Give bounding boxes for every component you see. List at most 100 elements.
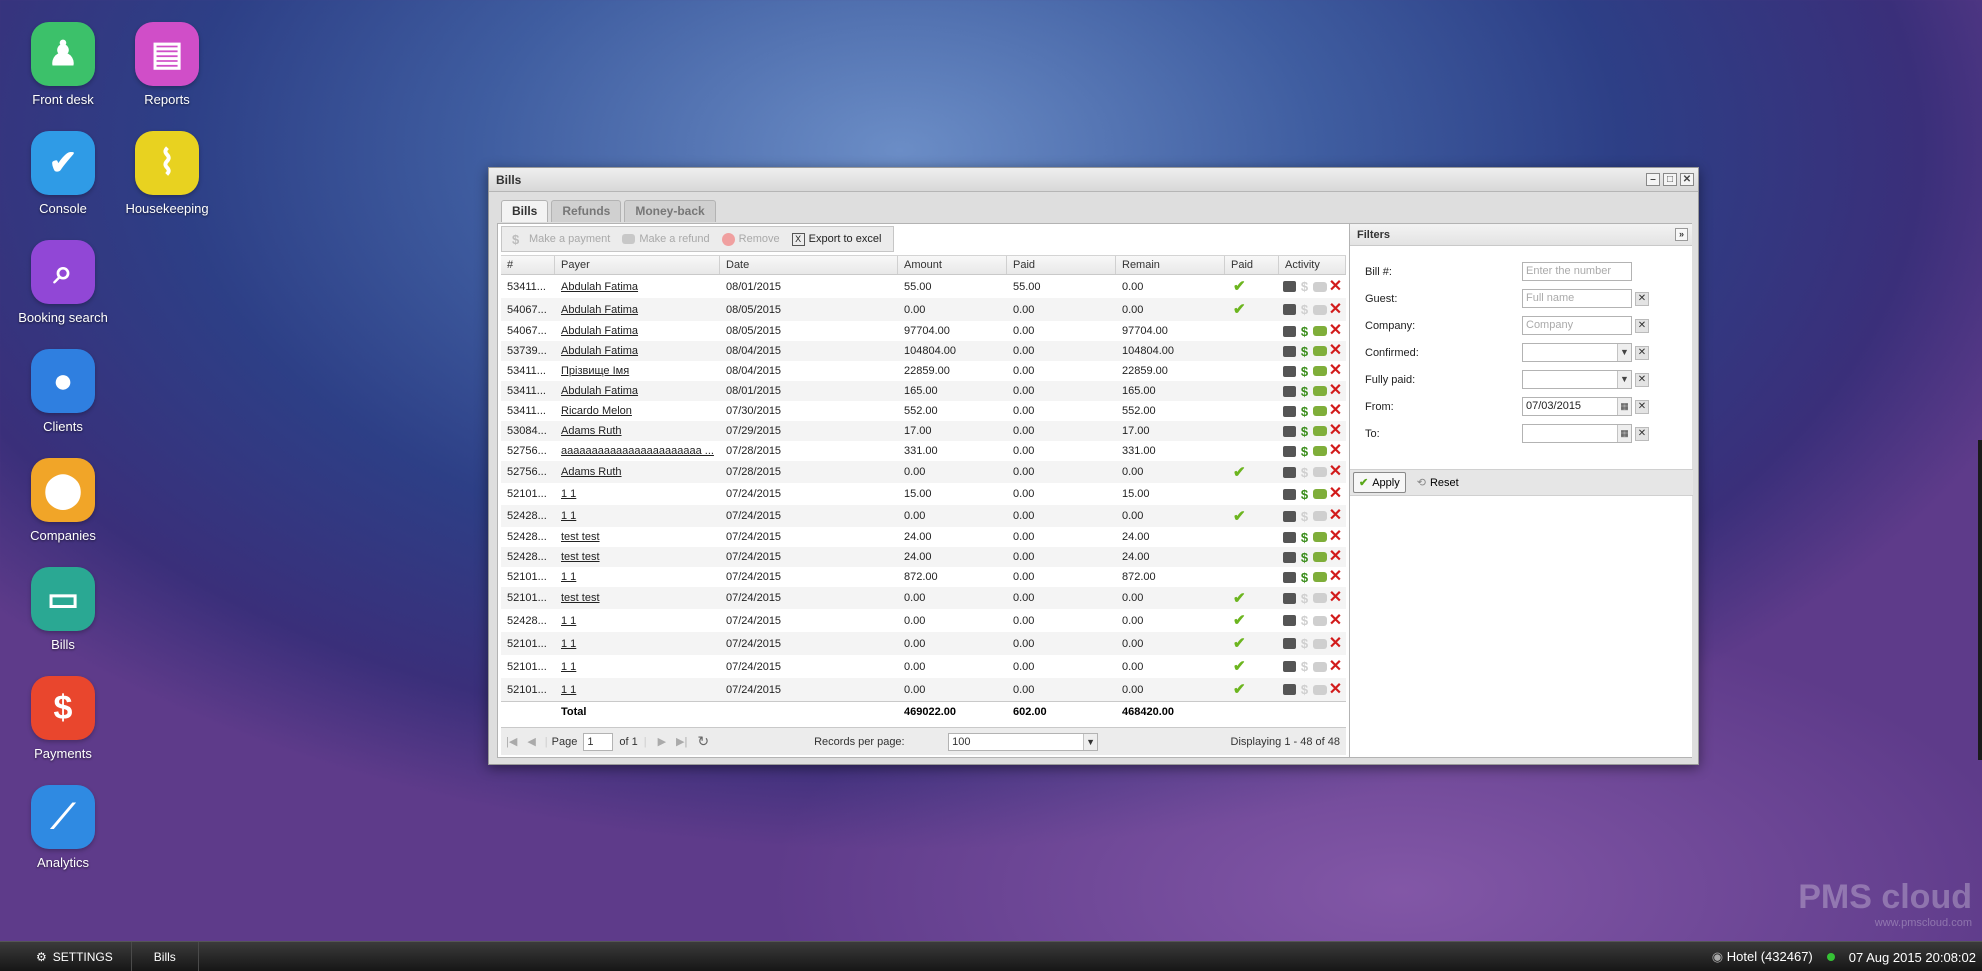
delete-icon[interactable]: ✕	[1328, 637, 1343, 651]
refund-icon[interactable]	[1313, 281, 1327, 292]
column-header-paid[interactable]: Paid	[1007, 256, 1116, 274]
table-row[interactable]: 54067... Abdulah Fatima 08/05/2015 97704.00…	[501, 321, 1346, 341]
delete-icon[interactable]: ✕	[1328, 280, 1343, 294]
payer-link[interactable]: Adams Ruth	[561, 466, 622, 478]
delete-icon[interactable]: ✕	[1328, 384, 1343, 398]
payer-link[interactable]: Abdulah Fatima	[561, 281, 638, 293]
last-page-icon[interactable]: ▶|	[676, 735, 687, 748]
delete-icon[interactable]: ✕	[1328, 660, 1343, 674]
payment-icon[interactable]: $	[1297, 384, 1312, 398]
delete-icon[interactable]: ✕	[1328, 324, 1343, 338]
table-row[interactable]: 52756... Adams Ruth 07/28/2015 0.00 0.00 0.00…	[501, 461, 1346, 483]
delete-icon[interactable]: ✕	[1328, 487, 1343, 501]
clear-icon[interactable]: ✕	[1635, 291, 1649, 306]
remove-button[interactable]: Remove	[716, 228, 786, 250]
confirmed-select[interactable]: ▼	[1522, 343, 1632, 362]
refund-icon[interactable]	[1313, 467, 1327, 477]
payer-link[interactable]: test test	[561, 592, 600, 604]
payer-link[interactable]: 1 1	[561, 510, 576, 522]
hotel-selector[interactable]: ◉ Hotel (432467)	[1712, 949, 1813, 965]
fully-paid-select[interactable]: ▼	[1522, 370, 1632, 389]
delete-icon[interactable]: ✕	[1328, 509, 1343, 523]
payer-link[interactable]: aaaaaaaaaaaaaaaaaaaaaaa ...	[561, 445, 714, 457]
window-titlebar[interactable]: Bills – □ ✕	[489, 168, 1698, 192]
delete-icon[interactable]: ✕	[1328, 424, 1343, 438]
payment-icon[interactable]: $	[1297, 530, 1312, 544]
payment-icon[interactable]: $	[1297, 444, 1312, 458]
maximize-button[interactable]: □	[1663, 173, 1677, 186]
table-row[interactable]: 52101... 1 1 07/24/2015 0.00 0.00 0.00 ✔ $ ✕	[501, 655, 1346, 678]
tab-money-back[interactable]: Money-back	[624, 200, 716, 222]
reset-button[interactable]: ⟲ Reset	[1412, 472, 1464, 493]
table-row[interactable]: 53084... Adams Ruth 07/29/2015 17.00 0.00 17.…	[501, 421, 1346, 441]
column-header-number[interactable]: #	[501, 256, 555, 274]
company-input[interactable]: Company	[1522, 316, 1632, 335]
table-row[interactable]: 52101... 1 1 07/24/2015 872.00 0.00 872.00 $ ✕	[501, 567, 1346, 587]
desktop-icon-console[interactable]: ✔ Console	[8, 131, 118, 216]
clear-icon[interactable]: ✕	[1635, 345, 1649, 360]
print-icon[interactable]	[1283, 638, 1296, 649]
payment-icon[interactable]: $	[1297, 324, 1312, 338]
print-icon[interactable]	[1283, 325, 1296, 337]
refund-icon[interactable]	[1313, 426, 1327, 436]
table-row[interactable]: 53411... Abdulah Fatima 08/01/2015 55.00 55.…	[501, 275, 1346, 298]
payer-link[interactable]: 1 1	[561, 638, 576, 650]
refund-icon[interactable]	[1313, 346, 1327, 356]
print-icon[interactable]	[1283, 365, 1296, 377]
bill-number-input[interactable]: Enter the number	[1522, 262, 1632, 281]
clear-icon[interactable]: ✕	[1635, 372, 1649, 387]
payer-link[interactable]: test test	[561, 551, 600, 563]
column-header-payer[interactable]: Payer	[555, 256, 720, 274]
payment-icon[interactable]: $	[1297, 364, 1312, 378]
make-refund-button[interactable]: Make a refund	[616, 228, 715, 250]
clear-icon[interactable]: ✕	[1635, 318, 1649, 333]
desktop-icon-reports[interactable]: ▤ Reports	[112, 22, 222, 107]
column-header-fully-paid[interactable]: Paid	[1225, 256, 1279, 274]
payment-icon[interactable]: $	[1297, 424, 1312, 438]
desktop-icon-housekeeping[interactable]: ⌇ Housekeeping	[112, 131, 222, 216]
from-date-input[interactable]: 07/03/2015 ▦	[1522, 397, 1632, 416]
calendar-icon[interactable]: ▦	[1617, 425, 1631, 442]
column-header-amount[interactable]: Amount	[898, 256, 1007, 274]
desktop-icon-clients[interactable]: ● Clients	[8, 349, 118, 434]
print-icon[interactable]	[1283, 304, 1296, 315]
refund-icon[interactable]	[1313, 386, 1327, 396]
delete-icon[interactable]: ✕	[1328, 683, 1343, 697]
chevron-down-icon[interactable]: ▼	[1617, 344, 1631, 361]
print-icon[interactable]	[1283, 661, 1296, 672]
payer-link[interactable]: 1 1	[561, 488, 576, 500]
payer-link[interactable]: 1 1	[561, 571, 576, 583]
desktop-icon-bills[interactable]: ▭ Bills	[8, 567, 118, 652]
delete-icon[interactable]: ✕	[1328, 364, 1343, 378]
close-button[interactable]: ✕	[1680, 173, 1694, 186]
print-icon[interactable]	[1283, 425, 1296, 437]
payment-icon[interactable]: $	[1297, 509, 1312, 523]
refund-icon[interactable]	[1313, 326, 1327, 336]
to-date-input[interactable]: ▦	[1522, 424, 1632, 443]
refund-icon[interactable]	[1313, 366, 1327, 376]
print-icon[interactable]	[1283, 345, 1296, 357]
tab-bills[interactable]: Bills	[501, 200, 549, 222]
table-row[interactable]: 52101... test test 07/24/2015 0.00 0.00 0.00 ✔…	[501, 587, 1346, 609]
print-icon[interactable]	[1283, 385, 1296, 397]
delete-icon[interactable]: ✕	[1328, 404, 1343, 418]
export-excel-button[interactable]: X Export to excel	[786, 228, 888, 250]
guest-input[interactable]: Full name	[1522, 289, 1632, 308]
refund-icon[interactable]	[1313, 661, 1327, 672]
desktop-icon-analytics[interactable]: ⟋ Analytics	[8, 785, 118, 870]
print-icon[interactable]	[1283, 551, 1296, 563]
table-row[interactable]: 52101... 1 1 07/24/2015 0.00 0.00 0.00 ✔ $ ✕	[501, 632, 1346, 655]
payment-icon[interactable]: $	[1297, 591, 1312, 605]
payment-icon[interactable]: $	[1297, 570, 1312, 584]
table-row[interactable]: 54067... Abdulah Fatima 08/05/2015 0.00 0.00…	[501, 298, 1346, 321]
delete-icon[interactable]: ✕	[1328, 591, 1343, 605]
print-icon[interactable]	[1283, 592, 1296, 604]
clear-icon[interactable]: ✕	[1635, 399, 1649, 414]
table-row[interactable]: 52428... 1 1 07/24/2015 0.00 0.00 0.00 ✔ $ ✕	[501, 505, 1346, 527]
chevron-down-icon[interactable]: ▼	[1083, 733, 1098, 750]
desktop-icon-payments[interactable]: $ Payments	[8, 676, 118, 761]
delete-icon[interactable]: ✕	[1328, 570, 1343, 584]
apply-button[interactable]: ✔ Apply	[1353, 472, 1406, 493]
table-row[interactable]: 53411... Ricardo Melon 07/30/2015 552.00 0.0…	[501, 401, 1346, 421]
payer-link[interactable]: Adams Ruth	[561, 425, 622, 437]
